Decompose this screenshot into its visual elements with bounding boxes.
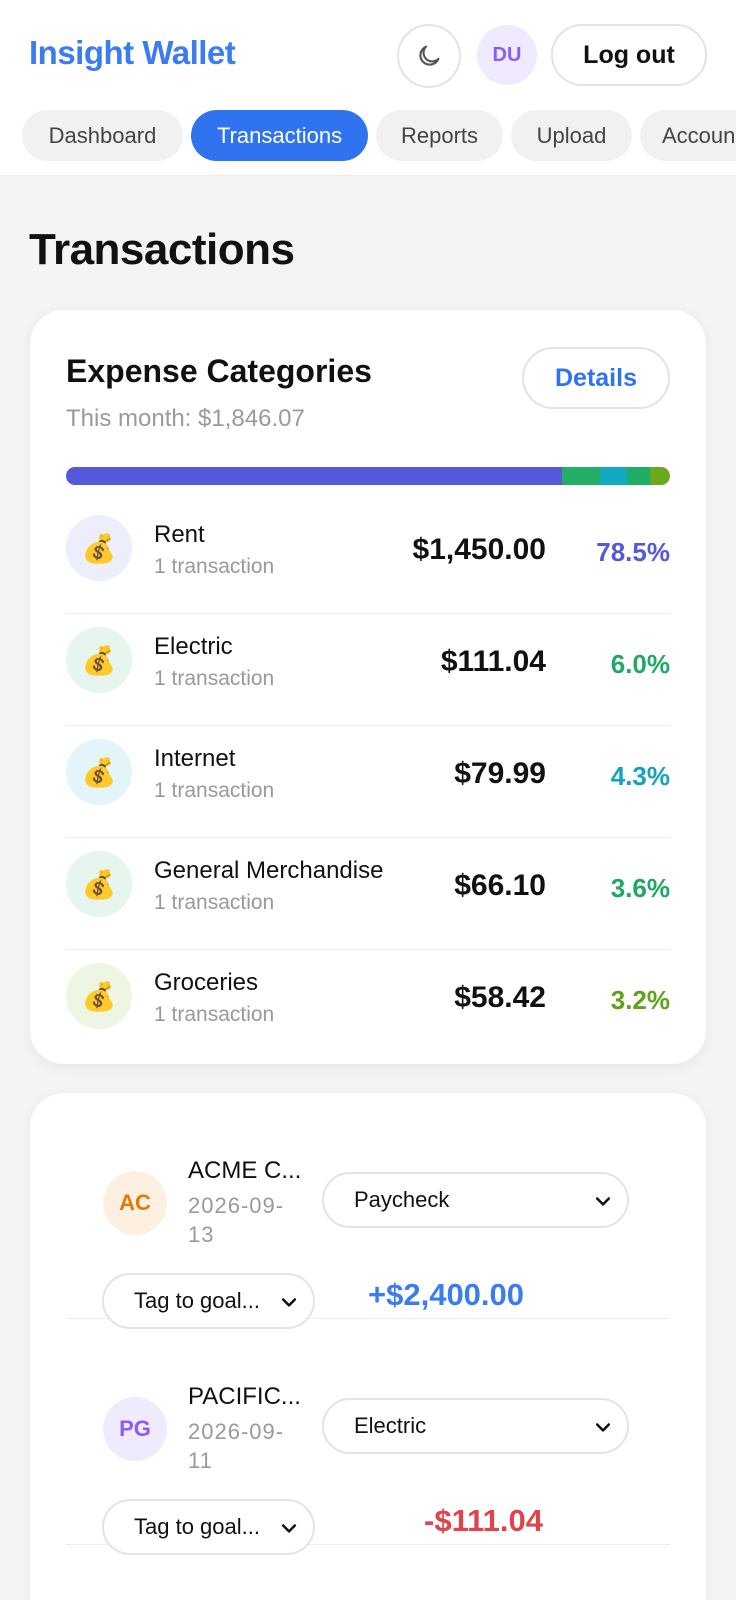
chevron-down-icon — [281, 1524, 297, 1533]
transaction-amount: +$2,400.00 — [368, 1277, 525, 1312]
app-brand[interactable]: Insight Wallet — [29, 34, 236, 72]
category-name: Internet — [154, 745, 236, 772]
chevron-down-icon — [595, 1423, 611, 1432]
logout-button[interactable]: Log out — [551, 24, 707, 86]
expense-total: This month: $1,846.07 — [66, 405, 305, 432]
money-bag-icon: 💰 — [66, 851, 132, 917]
category-count: 1 transaction — [154, 779, 275, 802]
theme-toggle-button[interactable] — [397, 24, 461, 88]
goal-select-value: Tag to goal... — [134, 1514, 260, 1539]
tab-transactions[interactable]: Transactions — [191, 110, 368, 161]
category-percent: 3.6% — [610, 873, 670, 903]
category-select-value: Electric — [354, 1413, 427, 1438]
category-percent: 3.2% — [610, 985, 670, 1015]
bar-segment-rent — [66, 467, 562, 485]
goal-select[interactable]: Tag to goal... — [102, 1499, 315, 1555]
category-count: 1 transaction — [154, 1003, 275, 1026]
bar-segment-general-merchandise — [627, 467, 650, 485]
category-name: General Merchandise — [154, 857, 384, 884]
transaction-row: AC ACME C... 2026-09-13 Paycheck Tag to … — [66, 1093, 670, 1329]
top-bar: Insight Wallet DU Log out Dashboard Tran… — [0, 0, 736, 176]
nav-tabs: Dashboard Transactions Reports Upload Ac… — [22, 110, 736, 161]
merchant-name: PACIFIC... — [188, 1383, 301, 1410]
chevron-down-icon — [281, 1298, 297, 1307]
category-name: Groceries — [154, 969, 259, 996]
category-row[interactable]: 💰 Groceries 1 transaction $58.42 3.2% — [66, 951, 670, 1062]
bar-segment-internet — [599, 467, 628, 485]
category-percent: 6.0% — [610, 649, 670, 679]
expense-categories-title: Expense Categories — [66, 353, 372, 389]
transaction-date: 2026-09-13 — [188, 1193, 285, 1247]
tab-dashboard[interactable]: Dashboard — [22, 110, 183, 161]
category-count: 1 transaction — [154, 555, 275, 578]
category-amount: $58.42 — [454, 981, 546, 1014]
money-bag-icon: 💰 — [66, 515, 132, 581]
transaction-amount: -$111.04 — [424, 1503, 543, 1538]
category-name: Rent — [154, 521, 205, 548]
category-select[interactable]: Electric — [322, 1398, 629, 1454]
transaction-row: PG PACIFIC... 2026-09-11 Electric Tag to… — [66, 1319, 670, 1555]
bar-segment-groceries — [649, 467, 670, 485]
tab-upload[interactable]: Upload — [511, 110, 632, 161]
transactions-card: AC ACME C... 2026-09-13 Paycheck Tag to … — [30, 1093, 706, 1600]
expense-categories-card: Expense Categories This month: $1,846.07… — [30, 310, 706, 1064]
category-distribution-bar — [66, 467, 670, 485]
moon-icon — [419, 45, 440, 66]
money-bag-icon: 💰 — [66, 627, 132, 693]
details-button[interactable]: Details — [522, 347, 670, 409]
merchant-name: ACME C... — [188, 1157, 302, 1184]
tab-accounts[interactable]: Accoun — [640, 110, 736, 161]
tab-reports[interactable]: Reports — [376, 110, 503, 161]
category-row[interactable]: 💰 Rent 1 transaction $1,450.00 78.5% — [66, 503, 670, 614]
category-count: 1 transaction — [154, 891, 275, 914]
bar-segment-electric — [561, 467, 600, 485]
money-bag-icon: 💰 — [66, 963, 132, 1029]
goal-select-value: Tag to goal... — [134, 1288, 260, 1313]
category-amount: $111.04 — [440, 645, 546, 678]
chevron-down-icon — [595, 1197, 611, 1206]
category-name: Electric — [154, 633, 233, 660]
category-row[interactable]: 💰 Electric 1 transaction $111.04 6.0% — [66, 615, 670, 726]
category-select-value: Paycheck — [354, 1187, 450, 1212]
user-avatar[interactable]: DU — [477, 25, 537, 85]
category-select[interactable]: Paycheck — [322, 1172, 629, 1228]
merchant-avatar: PG — [103, 1397, 167, 1461]
page-title: Transactions — [29, 225, 295, 274]
category-amount: $66.10 — [454, 869, 546, 902]
money-bag-icon: 💰 — [66, 739, 132, 805]
category-row[interactable]: 💰 Internet 1 transaction $79.99 4.3% — [66, 727, 670, 838]
merchant-avatar: AC — [103, 1171, 167, 1235]
category-count: 1 transaction — [154, 667, 275, 690]
category-percent: 78.5% — [596, 537, 670, 567]
category-row[interactable]: 💰 General Merchandise 1 transaction $66.… — [66, 839, 670, 950]
transaction-date: 2026-09-11 — [188, 1419, 285, 1473]
category-percent: 4.3% — [610, 761, 670, 791]
category-amount: $79.99 — [454, 757, 546, 790]
category-amount: $1,450.00 — [412, 533, 546, 566]
